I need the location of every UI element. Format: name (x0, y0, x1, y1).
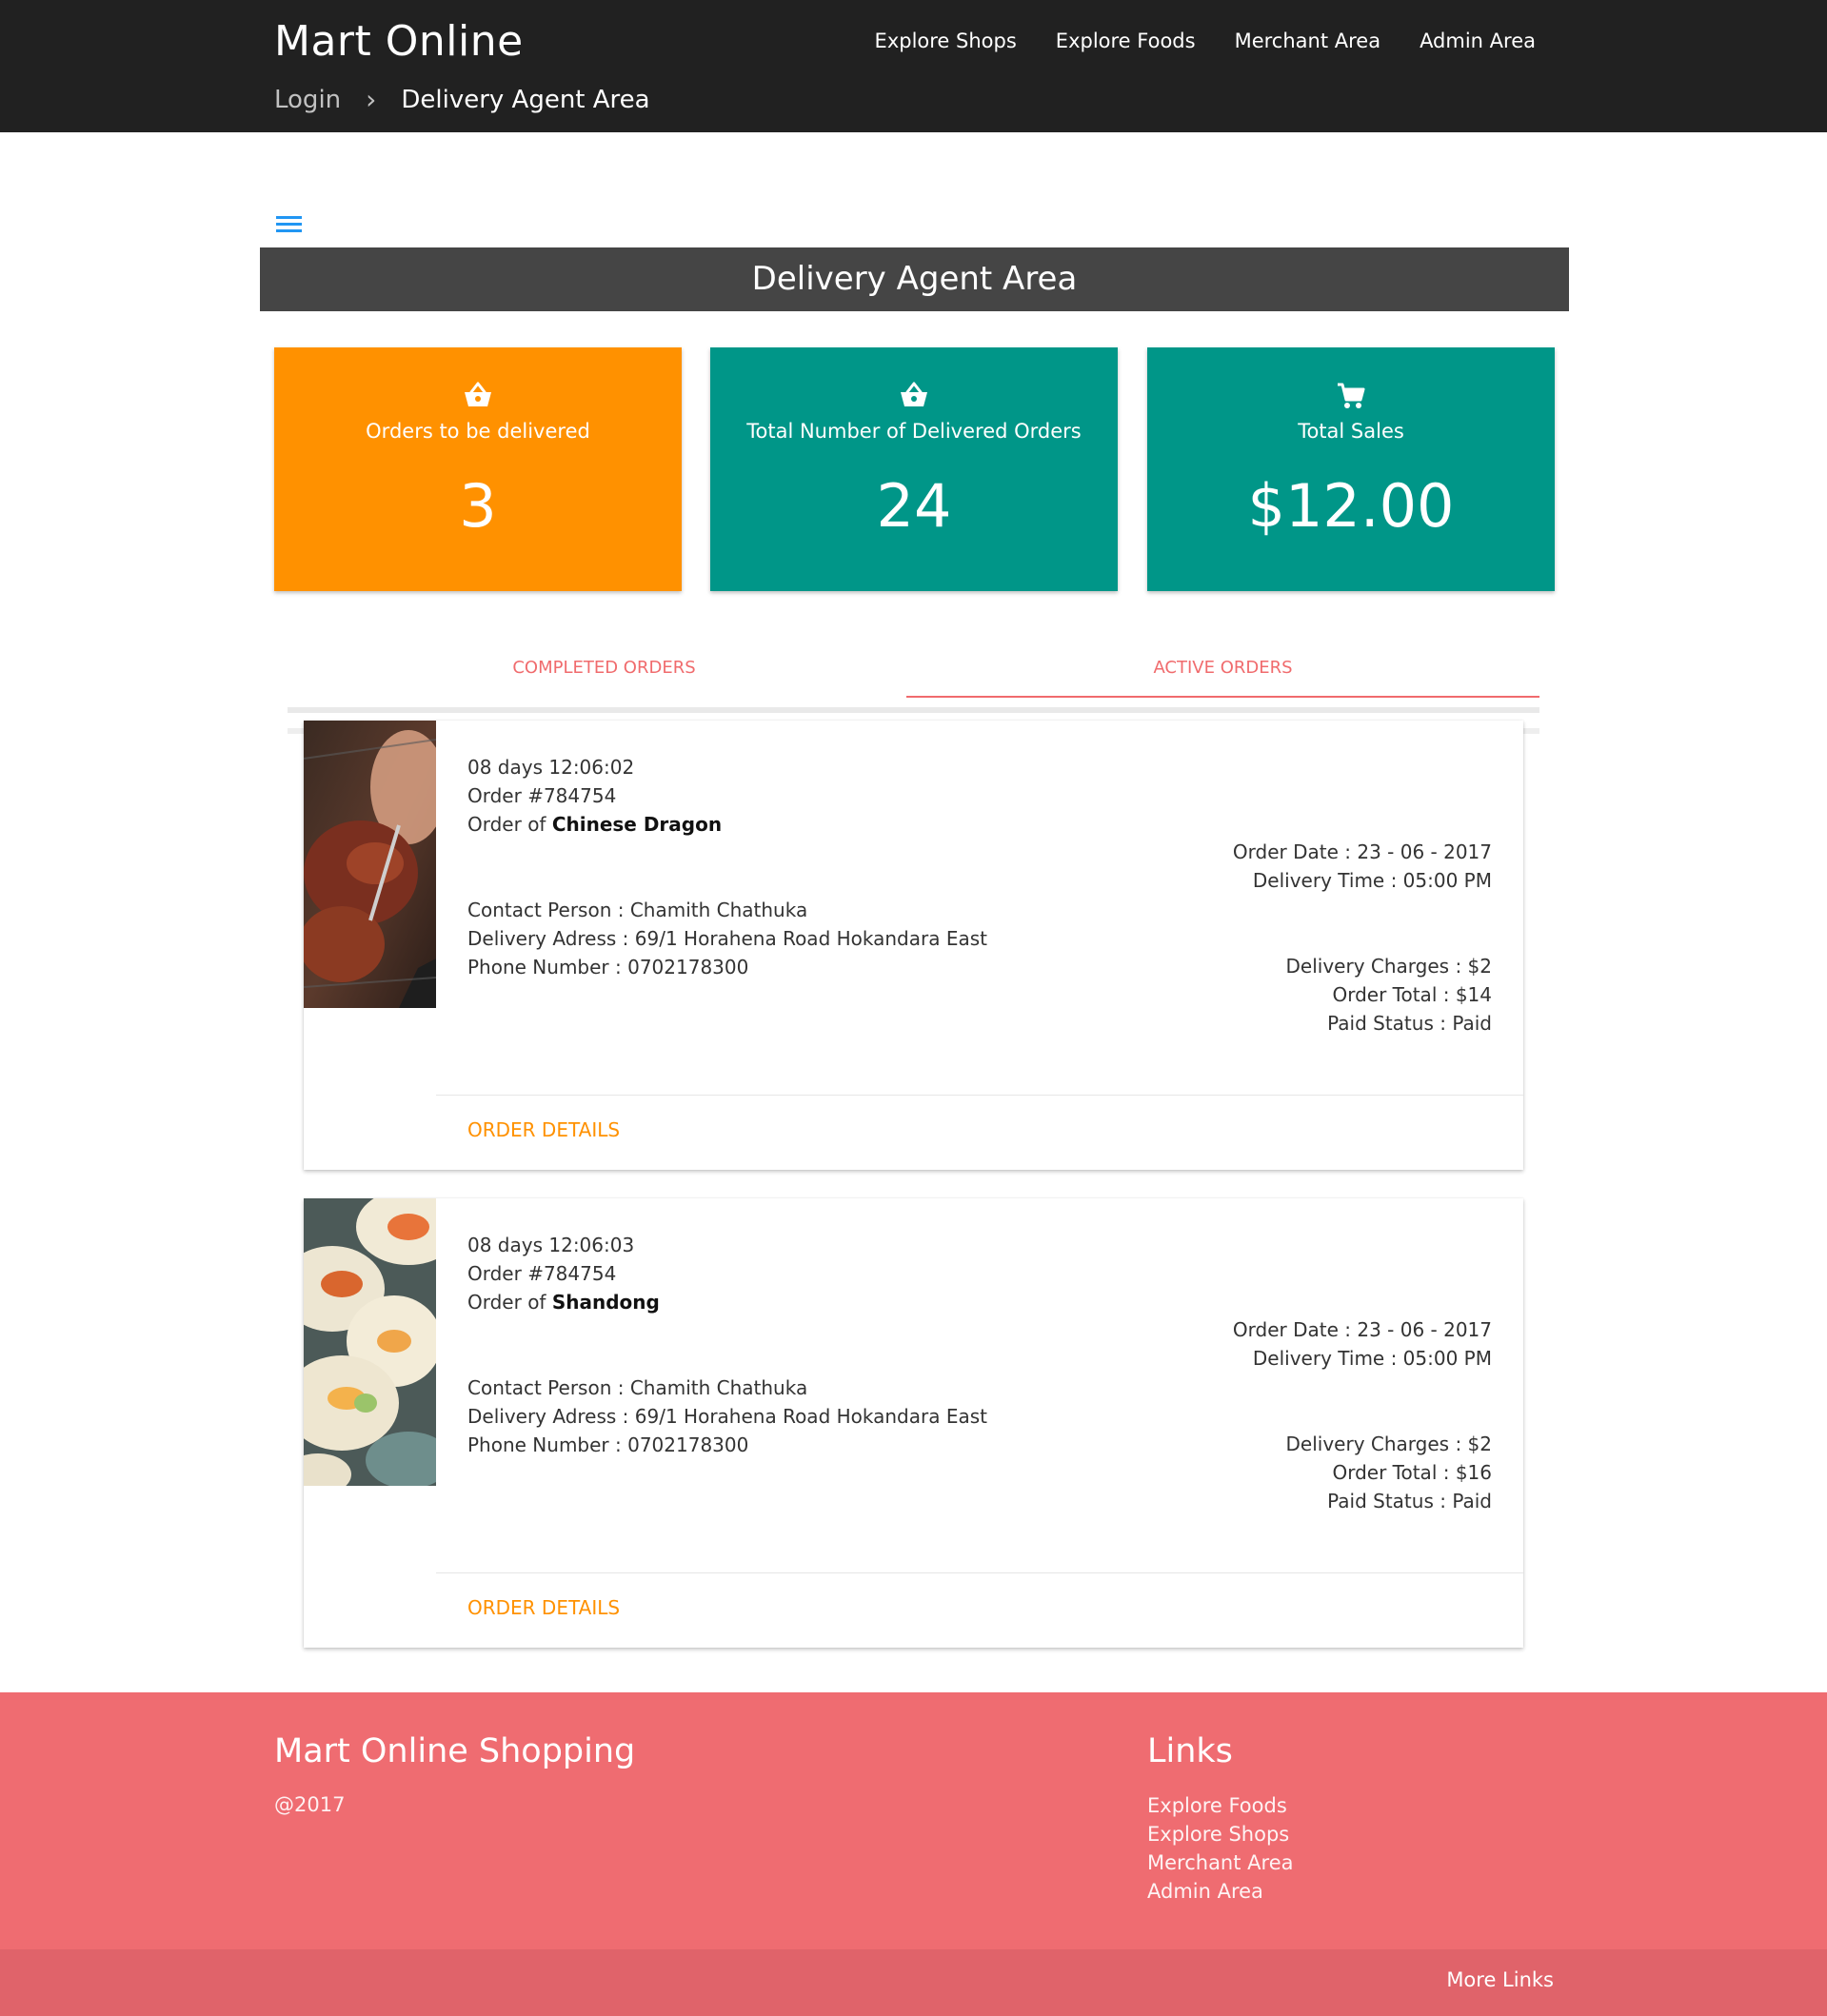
order-shop-name: Chinese Dragon (551, 813, 723, 836)
order-card: 08 days 12:06:02 Order #784754 Order of … (304, 721, 1523, 1170)
card-divider (436, 1095, 1523, 1096)
order-shop-line: Order of Shandong (467, 1288, 987, 1316)
main-nav: Explore Shops Explore Foods Merchant Are… (875, 30, 1536, 52)
breadcrumb: Login › Delivery Agent Area (274, 86, 650, 114)
brand-logo-text[interactable]: Mart Online (274, 17, 524, 66)
tabs-divider (288, 707, 1539, 713)
cart-icon (1147, 382, 1555, 410)
page-title: Delivery Agent Area (260, 247, 1569, 311)
delivery-address: Delivery Adress : 69/1 Horahena Road Hok… (467, 927, 987, 950)
order-date: Order Date : 23 - 06 - 2017 (1232, 1318, 1492, 1341)
stat-card-orders-to-deliver: Orders to be delivered 3 (274, 347, 682, 591)
contact-person: Contact Person : Chamith Chathuka (467, 1376, 808, 1399)
hamburger-menu-icon[interactable] (276, 214, 305, 235)
order-card: 08 days 12:06:03 Order #784754 Order of … (304, 1198, 1523, 1648)
paid-status: Paid Status : Paid (1327, 1012, 1492, 1035)
footer-link-explore-foods[interactable]: Explore Foods (1147, 1791, 1293, 1820)
breadcrumb-login[interactable]: Login (274, 86, 341, 114)
stat-card-total-sales: Total Sales $12.00 (1147, 347, 1555, 591)
nav-merchant-area[interactable]: Merchant Area (1235, 30, 1380, 52)
order-tabs: COMPLETED ORDERS ACTIVE ORDERS (288, 647, 1554, 714)
order-number: Order #784754 (467, 1262, 617, 1285)
footer-copyright: @2017 (274, 1793, 346, 1816)
order-number: Order #784754 (467, 784, 617, 807)
phone-number: Phone Number : 0702178300 (467, 956, 749, 978)
footer-links-title: Links (1147, 1732, 1233, 1770)
delivery-address: Delivery Adress : 69/1 Horahena Road Hok… (467, 1405, 987, 1428)
order-info: 08 days 12:06:02 Order #784754 Order of … (467, 753, 987, 981)
breadcrumb-current: Delivery Agent Area (401, 86, 650, 114)
top-navbar: Mart Online Explore Shops Explore Foods … (0, 0, 1827, 132)
footer-bottom-bar: More Links (0, 1949, 1827, 2016)
paid-status: Paid Status : Paid (1327, 1490, 1492, 1512)
tab-completed-orders[interactable]: COMPLETED ORDERS (288, 647, 921, 698)
delivery-charges: Delivery Charges : $2 (1285, 955, 1492, 978)
stat-value: 3 (459, 471, 497, 541)
stat-value: $12.00 (1247, 471, 1455, 541)
order-total: Order Total : $14 (1332, 983, 1492, 1006)
delivery-time: Delivery Time : 05:00 PM (1252, 1347, 1492, 1370)
nav-admin-area[interactable]: Admin Area (1420, 30, 1536, 52)
order-details-button[interactable]: ORDER DETAILS (467, 1596, 620, 1619)
basket-icon (710, 382, 1118, 408)
stat-label: Orders to be delivered (366, 420, 590, 443)
footer-link-merchant-area[interactable]: Merchant Area (1147, 1848, 1293, 1877)
order-timer: 08 days 12:06:03 (467, 1234, 635, 1256)
order-timer: 08 days 12:06:02 (467, 756, 635, 779)
nav-explore-shops[interactable]: Explore Shops (875, 30, 1017, 52)
order-summary: Order Date : 23 - 06 - 2017 Delivery Tim… (1233, 838, 1492, 1038)
footer-link-admin-area[interactable]: Admin Area (1147, 1877, 1293, 1906)
card-divider (436, 1572, 1523, 1573)
stat-card-delivered-orders: Total Number of Delivered Orders 24 (710, 347, 1118, 591)
order-of-prefix: Order of (467, 1291, 552, 1314)
tab-active-orders[interactable]: ACTIVE ORDERS (906, 647, 1539, 698)
order-date: Order Date : 23 - 06 - 2017 (1232, 840, 1492, 863)
order-total: Order Total : $16 (1332, 1461, 1492, 1484)
grilled-meat-photo (304, 721, 436, 1008)
delivery-time: Delivery Time : 05:00 PM (1252, 869, 1492, 892)
order-shop-line: Order of Chinese Dragon (467, 810, 987, 839)
nav-explore-foods[interactable]: Explore Foods (1056, 30, 1196, 52)
phone-number: Phone Number : 0702178300 (467, 1433, 749, 1456)
order-details-button[interactable]: ORDER DETAILS (467, 1118, 620, 1141)
stat-label: Total Number of Delivered Orders (746, 420, 1082, 443)
more-links-link[interactable]: More Links (1446, 1968, 1554, 1991)
order-of-prefix: Order of (467, 813, 552, 836)
order-info: 08 days 12:06:03 Order #784754 Order of … (467, 1231, 987, 1459)
chevron-right-icon: › (366, 84, 377, 115)
footer-link-explore-shops[interactable]: Explore Shops (1147, 1820, 1293, 1848)
footer-title: Mart Online Shopping (274, 1732, 636, 1770)
footer-links: Explore Foods Explore Shops Merchant Are… (1147, 1791, 1293, 1906)
stat-value: 24 (876, 471, 952, 541)
stat-label: Total Sales (1298, 420, 1404, 443)
footer: Mart Online Shopping @2017 Links Explore… (0, 1692, 1827, 1949)
sushi-rolls-photo (304, 1198, 436, 1486)
basket-icon (274, 382, 682, 408)
order-shop-name: Shandong (551, 1291, 660, 1314)
contact-person: Contact Person : Chamith Chathuka (467, 899, 808, 921)
delivery-charges: Delivery Charges : $2 (1285, 1433, 1492, 1455)
order-summary: Order Date : 23 - 06 - 2017 Delivery Tim… (1233, 1315, 1492, 1515)
